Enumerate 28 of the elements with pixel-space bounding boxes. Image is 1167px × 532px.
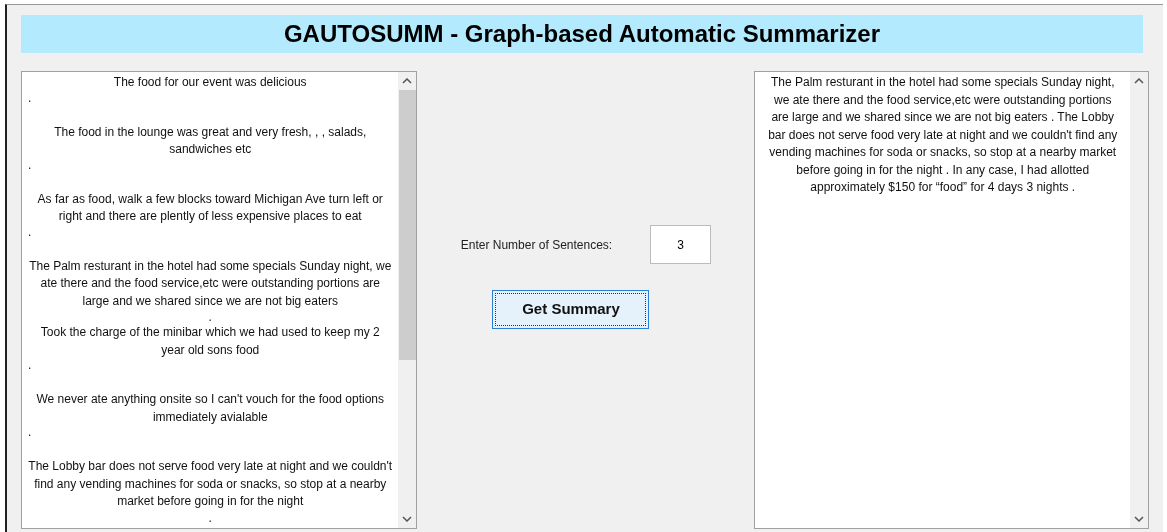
sentence-text: The Palm resturant in the hotel had some specials Sunday night, we ate there and the food service,etc were outstanding portions are large and we shared since we are not big eaters [29, 258, 392, 308]
input-text-area[interactable] [21, 71, 418, 529]
scrollbar[interactable] [398, 72, 417, 528]
sentence-text: The food in the lounge was great and very fresh, , , salads, sandwiches etc [54, 124, 367, 156]
scrollbar-thumb[interactable] [399, 90, 416, 360]
separator-dot: . [28, 224, 32, 239]
sentence-text: The Lobby bar does not serve food very late at night and we couldn't find any vending machines for soda or snacks, so stop at a nearby market before going in for the night [28, 459, 393, 508]
sentences-label: Enter Number of Sentences: [460, 236, 613, 254]
separator-dot: . [28, 157, 32, 172]
scroll-up-icon[interactable] [402, 78, 413, 84]
scrollbar[interactable] [1130, 72, 1148, 528]
separator-dot: . [28, 425, 32, 439]
separator-dot: . [28, 358, 32, 372]
separator-dot: . [208, 310, 212, 324]
sentence-text: Took the charge of the minibar which we had used to keep my 2 year old sons food [40, 325, 380, 357]
sentence-text: We never ate anything onsite so I can't vouch for the food options immediately avialable [36, 392, 385, 424]
sentences-input[interactable]: 3 [650, 225, 712, 264]
separator-dot: . [208, 510, 212, 525]
sentence-text: The food for our event was delicious [113, 75, 307, 89]
scroll-down-icon[interactable] [1134, 516, 1144, 522]
sentence-text: As far as food, walk a few blocks toward Michigan Ave turn left or right and there are plently of less expensive places to eat [37, 191, 383, 223]
separator-dot: . [28, 90, 32, 105]
get-summary-button[interactable]: Get Summary [492, 290, 650, 329]
scroll-up-icon[interactable] [1134, 78, 1144, 84]
summary-text-area[interactable] [754, 71, 1149, 529]
app-title: GAUTOSUMM - Graph-based Automatic Summarizer [21, 15, 1143, 53]
summary-text: The Palm resturant in the hotel had some specials Sunday night, we ate there and the food service,etc were outstanding portions are large and we shared since we are not big eaters . The Lobby bar does not serve food very late at night and we couldn't find any vending machines for soda or snacks, so stop at a nearby market before going in for the night . In any case, I had allotted approximately $150 for “food” for 4 days 3 nights . [767, 74, 1119, 196]
scroll-down-icon[interactable] [402, 516, 413, 522]
